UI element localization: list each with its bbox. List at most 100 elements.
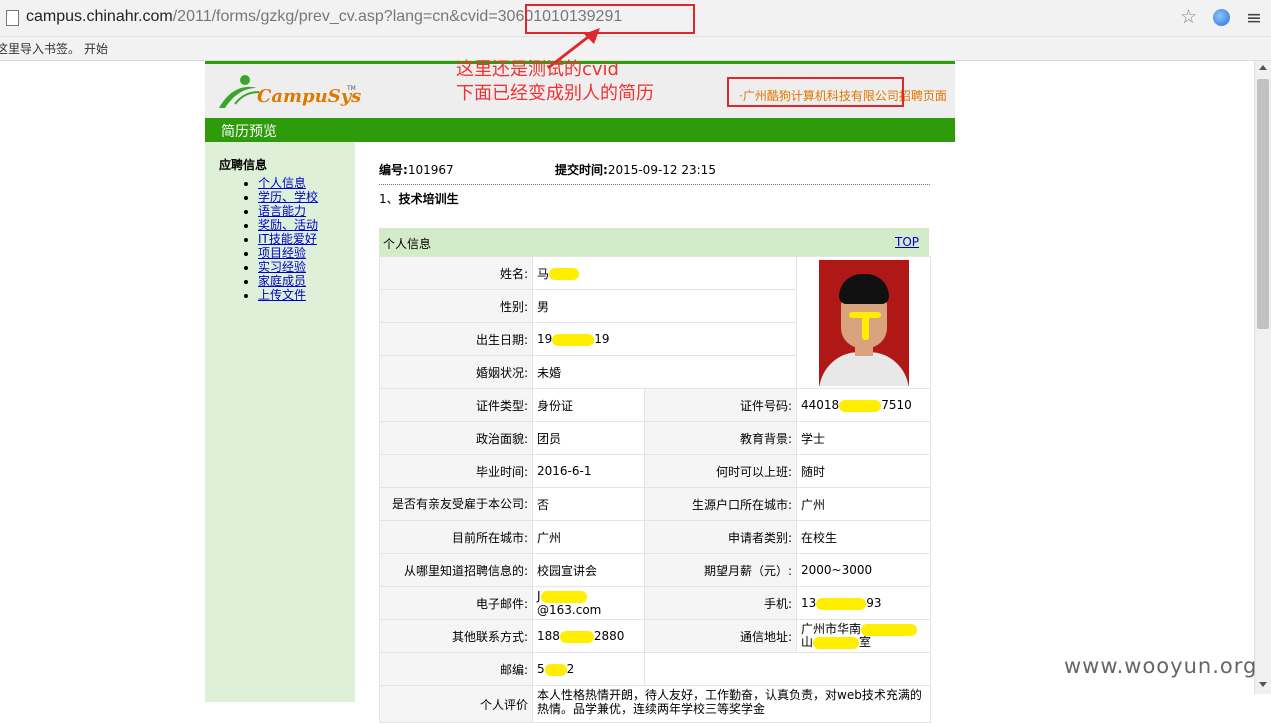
menu-icon[interactable]: ≡ bbox=[1246, 7, 1262, 29]
submit-time-value: 2015-09-12 23:15 bbox=[607, 163, 716, 177]
redaction-mark bbox=[813, 636, 860, 649]
sidebar-item-projects[interactable]: 项目经验 bbox=[258, 246, 318, 260]
table-row: 个人评价 本人性格热情开朗，待人友好，工作勤奋，认真负责，对web技术充满的热情… bbox=[379, 685, 932, 723]
scroll-thumb[interactable] bbox=[1257, 79, 1269, 329]
redaction-mark bbox=[559, 630, 594, 643]
birth-post: 19 bbox=[594, 332, 610, 346]
recruit-page-link[interactable]: 招聘页面 bbox=[899, 89, 947, 103]
divider bbox=[379, 184, 930, 185]
section-header-personal: 个人信息 TOP bbox=[379, 228, 929, 256]
table-row: 其他联系方式: 188 2880 通信地址: 广州市华南山 室 bbox=[379, 619, 932, 653]
name-label: 姓名: bbox=[379, 256, 533, 290]
scroll-up-arrow[interactable] bbox=[1259, 65, 1267, 70]
birth-value: 19 19 bbox=[531, 322, 798, 356]
main-content: 编号:101967 提交时间:2015-09-12 23:15 1、技术培训生 … bbox=[355, 142, 955, 723]
mobile-value: 13 93 bbox=[796, 586, 932, 620]
address-mid: 山 bbox=[801, 635, 814, 649]
bookmark-import-hint[interactable]: 这里导入书签。 bbox=[0, 40, 80, 57]
address-post: 室 bbox=[859, 635, 872, 649]
table-row: 政治面貌: 团员 教育背景: 学士 bbox=[379, 421, 932, 455]
table-row: 电子邮件: J@163.com 手机: 13 93 bbox=[379, 586, 932, 620]
education-value: 学士 bbox=[796, 421, 932, 455]
scroll-down-arrow[interactable] bbox=[1259, 682, 1267, 687]
sidebar-item-label[interactable]: 学历、学校 bbox=[258, 190, 318, 204]
table-row: 目前所在城市: 广州 申请者类别: 在校生 bbox=[379, 520, 932, 554]
other-contact-value: 188 2880 bbox=[532, 619, 645, 653]
watermark: www.wooyun.org bbox=[1064, 654, 1258, 678]
sidebar-menu: 个人信息 学历、学校 语言能力 奖励、活动 IT技能爱好 项目经验 实习经验 家… bbox=[238, 176, 318, 302]
relatives-label: 是否有亲友受雇于本公司: bbox=[379, 487, 533, 521]
top-link[interactable]: TOP bbox=[895, 235, 919, 249]
annotation-line-1: 这里还是测试的cvid bbox=[456, 59, 619, 80]
sidebar-item-label[interactable]: IT技能爱好 bbox=[258, 232, 317, 246]
sidebar-item-upload[interactable]: 上传文件 bbox=[258, 288, 318, 302]
redaction-mark bbox=[816, 597, 867, 610]
personal-info-table: 姓名: 马 性别: 男 出生日期: 19 19 婚姻状况: 未婚 证件类型: 身… bbox=[379, 256, 932, 723]
logo-tm: TM bbox=[346, 85, 356, 92]
name-value: 马 bbox=[531, 256, 798, 290]
redaction-mark bbox=[544, 663, 567, 676]
other-pre: 188 bbox=[537, 629, 560, 643]
sidebar-item-label[interactable]: 上传文件 bbox=[258, 288, 306, 302]
salary-value: 2000~3000 bbox=[796, 553, 932, 587]
redaction-mark bbox=[549, 268, 580, 280]
self-evaluation-value: 本人性格热情开朗，待人友好，工作勤奋，认真负责，对web技术充满的热情。品学兼优… bbox=[531, 685, 932, 723]
campusys-logo: CampuSys TM bbox=[219, 75, 361, 108]
political-label: 政治面貌: bbox=[379, 421, 533, 455]
redaction-mark bbox=[540, 590, 587, 603]
logo-text: CampuSys bbox=[257, 86, 361, 107]
start-label: 何时可以上班: bbox=[643, 454, 798, 488]
applicant-type-label: 申请者类别: bbox=[643, 520, 798, 554]
job-applied: 1、技术培训生 bbox=[379, 190, 459, 207]
sidebar-item-family[interactable]: 家庭成员 bbox=[258, 274, 318, 288]
sidebar-item-internship[interactable]: 实习经验 bbox=[258, 260, 318, 274]
section-title: 个人信息 bbox=[383, 237, 432, 251]
sidebar-item-label[interactable]: 个人信息 bbox=[258, 176, 306, 190]
table-row: 从哪里知道招聘信息的: 校园宣讲会 期望月薪（元）: 2000~3000 bbox=[379, 553, 932, 587]
bookmark-star-icon[interactable]: ☆ bbox=[1180, 6, 1197, 28]
annotation-text: 这里还是测试的cvid 下面已经变成别人的简历 bbox=[456, 58, 654, 106]
political-value: 团员 bbox=[532, 421, 645, 455]
city-label: 目前所在城市: bbox=[379, 520, 533, 554]
photo-hair bbox=[838, 273, 889, 304]
idno-value: 44018 7510 bbox=[796, 388, 932, 422]
table-row: 证件类型: 身份证 证件号码: 44018 7510 bbox=[379, 388, 932, 422]
idtype-label: 证件类型: bbox=[379, 388, 533, 422]
zip-label: 邮编: bbox=[379, 652, 533, 686]
idno-label: 证件号码: bbox=[643, 388, 798, 422]
sidebar-item-label[interactable]: 项目经验 bbox=[258, 246, 306, 260]
sidebar-item-label[interactable]: 家庭成员 bbox=[258, 274, 306, 288]
sidebar-item-it-skills[interactable]: IT技能爱好 bbox=[258, 232, 318, 246]
page-icon bbox=[6, 10, 19, 26]
url-path: /2011/forms/gzkg/prev_cv.asp?lang=cn& bbox=[172, 8, 460, 25]
sidebar-item-language[interactable]: 语言能力 bbox=[258, 204, 318, 218]
resume-page: CampuSys TM ·广州酷狗计算机科技有限公司招聘页面 简历预览 应聘信息… bbox=[205, 61, 955, 723]
sidebar-item-education[interactable]: 学历、学校 bbox=[258, 190, 318, 204]
mobile-label: 手机: bbox=[643, 586, 798, 620]
globe-icon[interactable] bbox=[1213, 9, 1230, 26]
birth-pre: 19 bbox=[537, 332, 553, 346]
table-row: 是否有亲友受雇于本公司: 否 生源户口所在城市: 广州 bbox=[379, 487, 932, 521]
email-post: @163.com bbox=[537, 603, 602, 617]
page-scrollbar[interactable] bbox=[1254, 61, 1271, 694]
sidebar-title: 应聘信息 bbox=[219, 158, 268, 172]
source-value: 校园宣讲会 bbox=[532, 553, 645, 587]
city-value: 广州 bbox=[532, 520, 645, 554]
annotation-line-2: 下面已经变成别人的简历 bbox=[456, 83, 654, 104]
salary-label: 期望月薪（元）: bbox=[643, 553, 798, 587]
gender-value: 男 bbox=[531, 289, 798, 323]
submit-time: 提交时间:2015-09-12 23:15 bbox=[555, 161, 716, 178]
education-label: 教育背景: bbox=[643, 421, 798, 455]
job-index: 1、 bbox=[379, 192, 399, 206]
sidebar-item-label[interactable]: 语言能力 bbox=[258, 204, 306, 218]
table-row: 邮编: 52 bbox=[379, 652, 932, 686]
hukou-value: 广州 bbox=[796, 487, 932, 521]
graduation-label: 毕业时间: bbox=[379, 454, 533, 488]
photo-cell bbox=[796, 256, 932, 389]
sidebar-item-label[interactable]: 奖励、活动 bbox=[258, 218, 318, 232]
sidebar-item-awards[interactable]: 奖励、活动 bbox=[258, 218, 318, 232]
submit-time-label: 提交时间: bbox=[555, 163, 608, 177]
sidebar-item-personal[interactable]: 个人信息 bbox=[258, 176, 318, 190]
bookmark-start-link[interactable]: 开始 bbox=[84, 40, 108, 57]
sidebar-item-label[interactable]: 实习经验 bbox=[258, 260, 306, 274]
